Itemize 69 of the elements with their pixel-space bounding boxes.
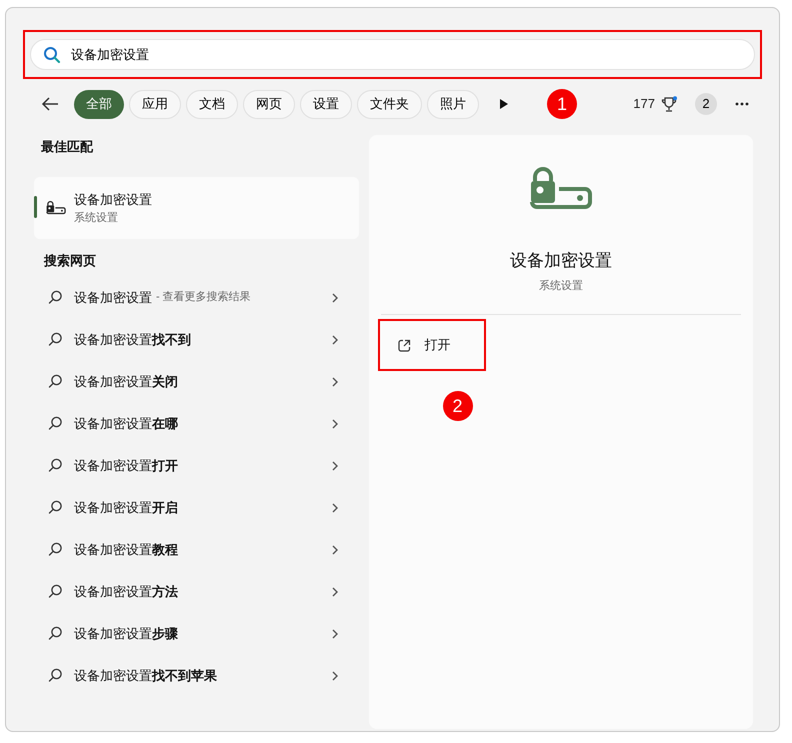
search-field[interactable]: 设备加密设置 [30, 39, 755, 70]
search-icon [48, 290, 63, 305]
chevron-right-icon [330, 586, 339, 598]
web-search-suggestion[interactable]: 设备加密设置步骤 [34, 612, 359, 654]
back-arrow-icon[interactable] [40, 96, 60, 112]
trophy-icon[interactable] [661, 96, 677, 112]
external-link-icon [398, 338, 411, 352]
filter-tab[interactable]: 文档 [186, 90, 238, 118]
search-icon [48, 668, 63, 683]
search-icon [48, 332, 63, 347]
web-search-suggestion[interactable]: 设备加密设置打开 [34, 444, 359, 486]
filter-tab[interactable]: 设置 [300, 90, 352, 118]
web-search-suggestion[interactable]: 设备加密设置 - 查看更多搜索结果 [34, 276, 359, 318]
section-heading: 最佳匹配 [40, 138, 94, 156]
play-icon[interactable] [499, 98, 509, 110]
web-search-suggestion[interactable]: 设备加密设置找不到 [34, 318, 359, 360]
web-search-suggestion[interactable]: 设备加密设置关闭 [34, 360, 359, 402]
chevron-right-icon [330, 460, 339, 472]
filter-tab[interactable]: 文件夹 [357, 90, 422, 118]
suggestion-text: 设备加密设置关闭 [74, 372, 178, 391]
chevron-right-icon [330, 670, 339, 682]
suggestion-text: 设备加密设置步骤 [74, 624, 178, 643]
chevron-right-icon [330, 502, 339, 514]
web-search-suggestion[interactable]: 设备加密设置开启 [34, 486, 359, 528]
filter-tab[interactable]: 应用 [129, 90, 181, 118]
notification-count-badge[interactable]: 2 [695, 93, 717, 115]
search-icon [43, 46, 61, 64]
filter-tab[interactable]: 照片 [427, 90, 479, 118]
search-icon [48, 374, 63, 389]
more-options-icon[interactable] [735, 102, 749, 106]
search-icon [48, 500, 63, 515]
chevron-right-icon [330, 544, 339, 556]
chevron-right-icon [330, 334, 339, 346]
open-button[interactable]: 打开 [378, 319, 486, 372]
search-icon [48, 584, 63, 599]
result-title: 设备加密设置 [74, 191, 152, 209]
suggestion-text: 设备加密设置 [74, 288, 152, 307]
step-number-badge: 1 [547, 89, 577, 119]
suggestion-text: 设备加密设置找不到苹果 [74, 666, 217, 685]
chevron-right-icon [330, 418, 339, 430]
suggestion-text: 设备加密设置在哪 [74, 414, 178, 433]
step-number-badge: 2 [442, 391, 473, 421]
suggestion-text: 设备加密设置找不到 [74, 330, 191, 349]
search-icon [48, 458, 63, 473]
chevron-right-icon [330, 628, 339, 640]
suggestion-text: 设备加密设置开启 [74, 498, 178, 517]
web-search-suggestion[interactable]: 设备加密设置教程 [34, 528, 359, 570]
search-icon [48, 416, 63, 431]
suggestion-text: 设备加密设置打开 [74, 456, 178, 475]
web-search-suggestion[interactable]: 设备加密设置方法 [34, 570, 359, 612]
points-count: 177 [633, 95, 655, 114]
result-subtitle: 系统设置 [74, 210, 119, 226]
search-input[interactable]: 设备加密设置 [71, 44, 742, 64]
suggestion-text: 设备加密设置教程 [74, 540, 178, 559]
chevron-right-icon [330, 292, 339, 304]
search-icon [48, 542, 63, 557]
suggestion-text: 设备加密设置方法 [74, 582, 178, 601]
section-heading: 搜索网页 [42, 252, 97, 270]
filter-tab[interactable]: 全部 [74, 90, 124, 118]
best-match-item[interactable]: 设备加密设置 系统设置 [34, 177, 359, 239]
detail-subtitle: 系统设置 [538, 278, 583, 294]
filter-tab[interactable]: 网页 [243, 90, 295, 118]
detail-title: 设备加密设置 [510, 250, 612, 272]
chevron-right-icon [330, 376, 339, 388]
search-icon [48, 626, 63, 641]
lock-drive-icon [46, 200, 66, 216]
web-search-suggestion[interactable]: 设备加密设置在哪 [34, 402, 359, 444]
suggestion-hint: - 查看更多搜索结果 [156, 290, 251, 306]
web-search-suggestion[interactable]: 设备加密设置找不到苹果 [34, 654, 359, 696]
